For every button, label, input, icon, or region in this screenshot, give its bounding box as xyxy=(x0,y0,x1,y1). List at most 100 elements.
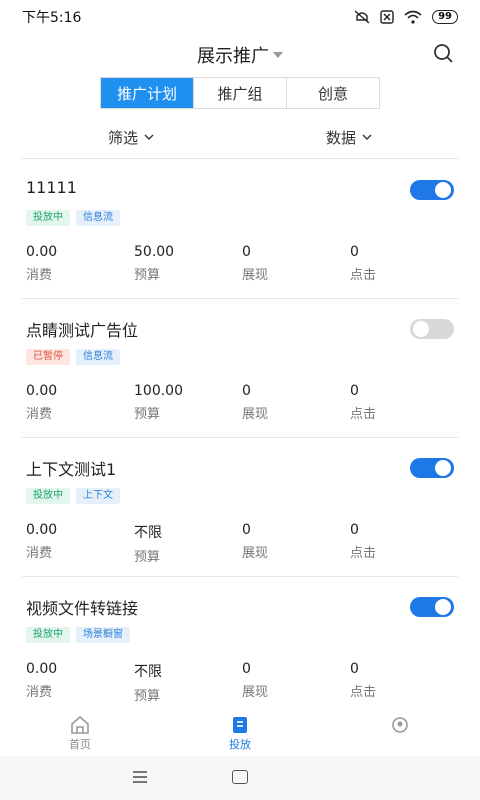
filter-label: 筛选 xyxy=(107,128,138,147)
metric-clicks: 0 点击 xyxy=(350,661,458,704)
status-bar: 下午5:16 99 xyxy=(0,0,480,34)
tab-campaigns[interactable]: 推广计划 xyxy=(101,78,194,108)
metric-clicks: 0 点击 xyxy=(350,383,458,422)
tabbar-account[interactable] xyxy=(360,714,440,736)
metric-value: 0 xyxy=(350,661,359,677)
wifi-icon xyxy=(404,10,422,24)
metric-value: 0 xyxy=(350,522,359,538)
campaign-name: 上下文测试1 xyxy=(26,460,117,479)
campaign-toggle[interactable] xyxy=(410,597,454,617)
tabbar-home[interactable]: 首页 xyxy=(40,714,120,752)
status-time: 下午5:16 xyxy=(22,10,82,26)
metric-label: 消费 xyxy=(26,546,53,561)
metric-value: 0 xyxy=(242,383,251,399)
campaign-metrics: 0.00 消费 不限预算 0 展现 0 点击 xyxy=(26,661,458,704)
metric-label: 展现 xyxy=(242,407,269,422)
campaign-toggle[interactable] xyxy=(410,180,454,200)
chevron-down-icon xyxy=(362,134,372,140)
chevron-down-icon xyxy=(144,134,154,140)
metric-spend: 0.00 消费 xyxy=(26,244,134,283)
battery-indicator: 99 xyxy=(432,10,458,24)
system-nav-bar xyxy=(0,756,480,800)
metric-value: 0 xyxy=(350,244,359,260)
type-badge: 场景橱窗 xyxy=(76,627,130,643)
home-square-icon[interactable] xyxy=(232,770,248,784)
metric-label: 消费 xyxy=(26,407,53,422)
metric-label: 预算 xyxy=(134,689,161,704)
search-icon[interactable] xyxy=(432,42,454,64)
toggle-knob xyxy=(435,460,451,476)
data-dropdown[interactable]: 数据 xyxy=(240,118,458,156)
metric-label: 预算 xyxy=(134,268,161,283)
tabbar-delivery-label: 投放 xyxy=(229,738,251,751)
metric-label: 点击 xyxy=(350,685,377,700)
caret-down-icon xyxy=(273,52,283,58)
account-icon xyxy=(392,717,408,733)
tabbar-delivery[interactable]: 投放 xyxy=(200,714,280,752)
status-icons: 99 xyxy=(354,10,458,24)
metric-value: 0 xyxy=(242,244,251,260)
metric-value: 不限 xyxy=(134,664,162,680)
campaign-card[interactable]: 点睛测试广告位 已暂停 信息流 0.00 消费 100.00 预算 0 展现 0 点击 xyxy=(22,299,458,438)
metric-value: 100.00 xyxy=(134,383,183,399)
metric-label: 消费 xyxy=(26,268,53,283)
metric-label: 展现 xyxy=(242,546,269,561)
status-badge: 已暂停 xyxy=(26,349,70,365)
campaign-toggle[interactable] xyxy=(410,319,454,339)
campaign-name: 11111 xyxy=(26,178,77,197)
metric-value: 0 xyxy=(242,522,251,538)
campaign-name: 视频文件转链接 xyxy=(26,599,139,618)
metric-label: 展现 xyxy=(242,685,269,700)
metric-budget: 不限 预算 xyxy=(134,522,242,565)
metric-label: 预算 xyxy=(134,407,161,422)
metric-label: 展现 xyxy=(242,268,269,283)
tabbar-home-label: 首页 xyxy=(69,738,91,751)
bottom-tab-bar: 首页 投放 xyxy=(0,714,480,754)
no-sim-icon xyxy=(380,10,394,24)
metric-budget: 50.00 预算 xyxy=(134,244,242,283)
metric-budget: 100.00 预算 xyxy=(134,383,242,422)
mute-icon xyxy=(354,10,370,24)
metric-value: 0.00 xyxy=(26,661,58,677)
metric-budget: 不限 预算 xyxy=(134,661,242,704)
page-title[interactable]: 展示推广 xyxy=(0,42,480,68)
metric-impressions: 0 展现 xyxy=(242,522,350,565)
metric-label: 消费 xyxy=(26,685,53,700)
metric-label: 点击 xyxy=(350,407,377,422)
campaign-toggle[interactable] xyxy=(410,458,454,478)
home-icon xyxy=(71,716,89,734)
campaign-card[interactable]: 上下文测试1 投放中 上下文 0.00 消费 不限 预算 0 展现 0 点击 xyxy=(22,438,458,577)
metric-impressions: 0 展现 xyxy=(242,383,350,422)
page-title-text: 展示推广 xyxy=(197,46,269,67)
metric-label: 点击 xyxy=(350,546,377,561)
metric-spend: 0.00 消费 xyxy=(26,522,134,565)
menu-icon[interactable] xyxy=(132,770,148,784)
filter-dropdown[interactable]: 筛选 xyxy=(22,118,240,156)
type-badge: 信息流 xyxy=(76,349,120,365)
metric-clicks: 0 点击 xyxy=(350,244,458,283)
campaign-metrics: 0.00 消费 不限 预算 0 展现 0 点击 xyxy=(26,522,458,565)
status-badge: 投放中 xyxy=(26,627,70,643)
type-badge: 信息流 xyxy=(76,210,120,226)
tab-ad-groups[interactable]: 推广组 xyxy=(194,78,287,108)
status-badge: 投放中 xyxy=(26,210,70,226)
metric-label: 预算 xyxy=(134,550,161,565)
metric-value: 0.00 xyxy=(26,244,58,260)
campaign-card[interactable]: 视频文件转链接 投放中 场景橱窗 0.00 消费 不限预算 0 展现 0 点击 xyxy=(22,577,458,716)
status-badge: 投放中 xyxy=(26,488,70,504)
toggle-knob xyxy=(413,321,429,337)
metric-label: 点击 xyxy=(350,268,377,283)
campaign-name: 点睛测试广告位 xyxy=(26,321,139,340)
toggle-knob xyxy=(435,599,451,615)
metric-impressions: 0 展现 xyxy=(242,244,350,283)
campaign-tags: 已暂停 信息流 xyxy=(26,349,120,365)
filter-row: 筛选 数据 xyxy=(22,118,458,156)
tab-group: 推广计划 推广组 创意 xyxy=(100,77,380,109)
metric-value: 0.00 xyxy=(26,522,58,538)
campaign-metrics: 0.00 消费 100.00 预算 0 展现 0 点击 xyxy=(26,383,458,422)
metric-clicks: 0 点击 xyxy=(350,522,458,565)
type-badge: 上下文 xyxy=(76,488,120,504)
metric-value: 0 xyxy=(242,661,251,677)
campaign-card[interactable]: 11111 投放中 信息流 0.00 消费 50.00 预算 0 展现 0 点击 xyxy=(22,160,458,299)
tab-creatives[interactable]: 创意 xyxy=(287,78,379,108)
